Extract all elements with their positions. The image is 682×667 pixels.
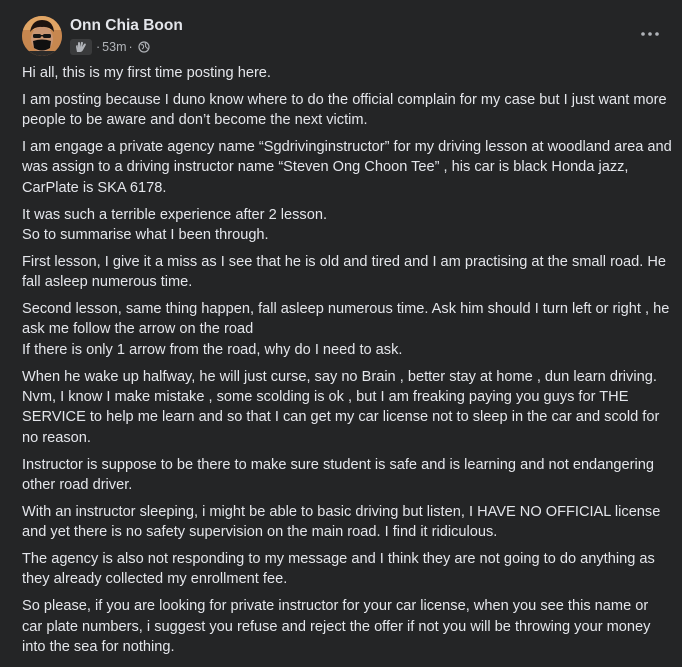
author-name[interactable]: Onn Chia Boon bbox=[70, 17, 183, 35]
post-header: Onn Chia Boon · 53m · bbox=[22, 16, 662, 58]
clapping-hands-icon[interactable] bbox=[70, 39, 92, 55]
post-paragraph: Instructor is suppose to be there to mak… bbox=[22, 456, 654, 494]
post-timestamp[interactable]: 53m bbox=[102, 40, 126, 54]
post-body: Hi all, this is my first time posting he… bbox=[22, 63, 672, 664]
post-paragraph: With an instructor sleeping, i might be … bbox=[22, 503, 661, 541]
post-paragraph: Second lesson, same thing happen, fall a… bbox=[22, 301, 670, 358]
more-options-icon bbox=[641, 32, 659, 36]
post-paragraph: It was such a terrible experience after … bbox=[22, 206, 328, 244]
post-meta: · 53m · bbox=[70, 38, 150, 56]
post-paragraph: So please, if you are looking for privat… bbox=[22, 598, 651, 656]
meta-separator: · bbox=[96, 40, 101, 54]
globe-icon[interactable] bbox=[138, 41, 150, 53]
more-options-button[interactable] bbox=[638, 24, 662, 44]
post-paragraph: When he wake up halfway, he will just cu… bbox=[22, 368, 660, 446]
post-paragraph: I am engage a private agency name “Sgdri… bbox=[22, 139, 672, 196]
post-paragraph: Hi all, this is my first time posting he… bbox=[22, 65, 271, 81]
post-paragraph: I am posting because I duno know where t… bbox=[22, 91, 667, 129]
post-paragraph: The agency is also not responding to my … bbox=[22, 551, 655, 588]
avatar[interactable] bbox=[22, 16, 62, 56]
post-paragraph: First lesson, I give it a miss as I see … bbox=[22, 253, 667, 291]
meta-separator: · bbox=[128, 40, 133, 54]
post-card: Onn Chia Boon · 53m · Hi all, this is my… bbox=[0, 0, 682, 667]
